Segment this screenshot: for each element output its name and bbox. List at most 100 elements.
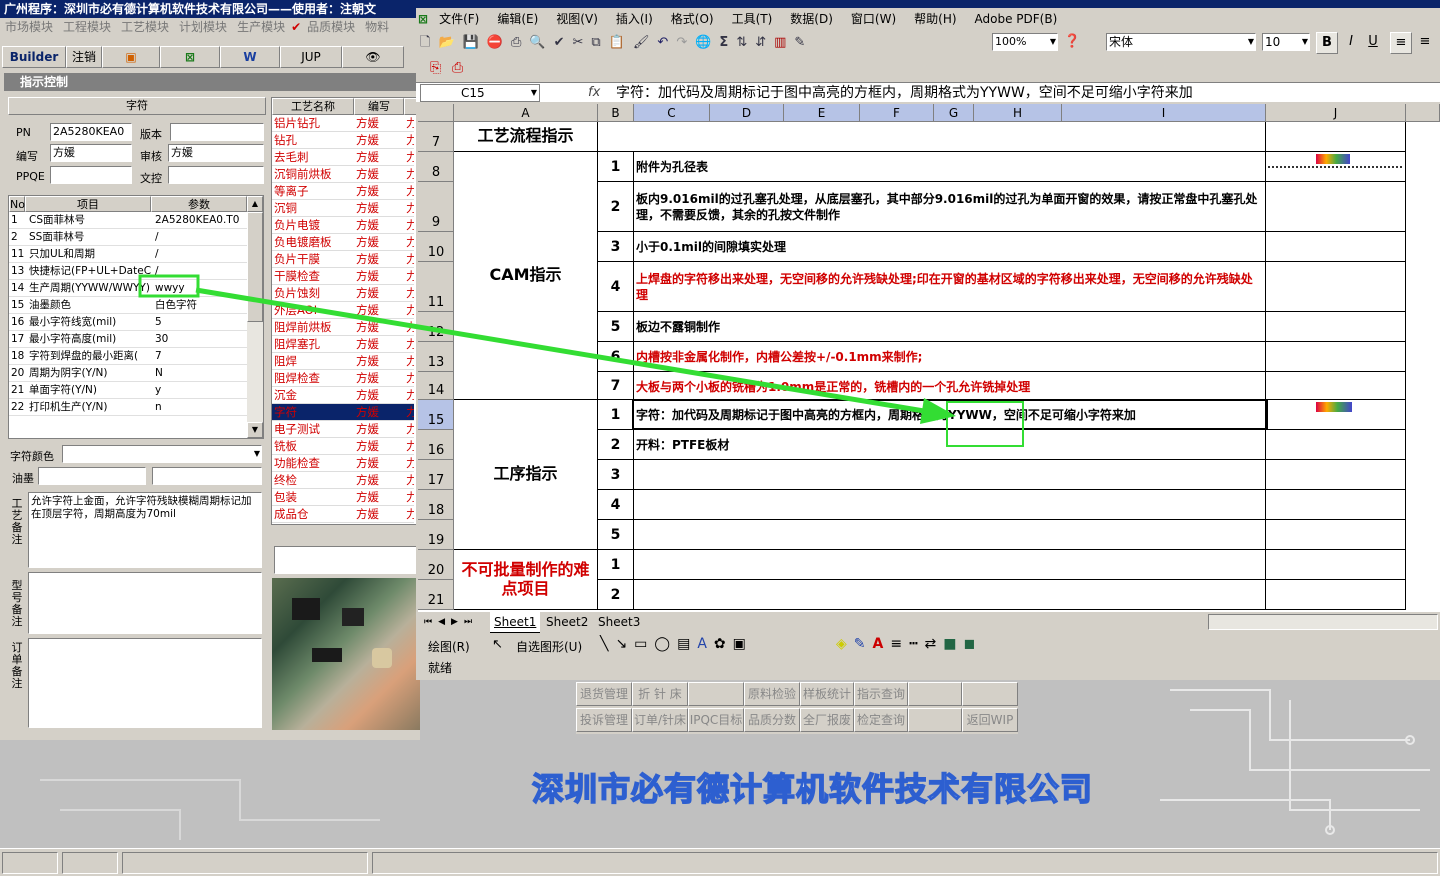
process-item-number[interactable]: 2 — [598, 430, 634, 460]
param-row[interactable]: 13 快捷标记(FP+UL+DateCo / — [9, 263, 247, 280]
cam-item-text[interactable]: 板边不露铜制作 — [634, 312, 1266, 342]
param-row[interactable]: 17 最小字符高度(mil) 30 — [9, 331, 247, 348]
row-header-13[interactable]: 13 — [418, 342, 454, 372]
model-note-text[interactable] — [28, 572, 262, 634]
undo-icon[interactable]: ↶ — [657, 35, 676, 50]
cam-item-number[interactable]: 3 — [598, 232, 634, 262]
row-header-21[interactable]: 21 — [418, 580, 454, 610]
preview-icon[interactable]: 🔍 — [529, 35, 553, 50]
pdf-convert-icon[interactable]: ⎘ — [430, 60, 441, 76]
process-row[interactable]: 电子测试 方媛 力 — [272, 421, 414, 438]
bottom-button[interactable]: 返回WIP — [962, 708, 1018, 732]
menu-plan[interactable]: 计划模块 — [179, 18, 227, 36]
scroll-thumb[interactable] — [247, 212, 263, 322]
bottom-button[interactable]: 折 针 床 — [632, 682, 688, 706]
bottom-button[interactable]: 退货管理 — [576, 682, 632, 706]
spell-icon[interactable]: ✔ — [554, 35, 573, 50]
format-painter-icon[interactable]: 🖌 — [633, 35, 658, 50]
process-row[interactable]: 外层AOI 方媛 力 — [272, 302, 414, 319]
autosum-icon[interactable]: Σ — [719, 35, 736, 50]
editor-field[interactable]: 方媛 — [50, 144, 132, 162]
process-row[interactable]: 等离子 方媛 力 — [272, 183, 414, 200]
menu-production[interactable]: 生产模块 — [237, 18, 285, 36]
process-item-text[interactable] — [634, 460, 1266, 490]
menu-craft[interactable]: 工艺模块 — [121, 18, 169, 36]
name-box[interactable]: C15 ▼ — [420, 84, 540, 102]
row-header-20[interactable]: 20 — [418, 550, 454, 580]
menu-edit[interactable]: 编辑(E) — [488, 8, 547, 30]
preview-button[interactable]: 👁 — [342, 46, 404, 68]
autoshape-menu[interactable]: 自选图形(U) — [516, 638, 582, 655]
new-icon[interactable]: 🗋 — [420, 35, 438, 50]
process-item-number[interactable]: 1 — [598, 400, 634, 430]
process-row[interactable]: 负片电镀 方媛 力 — [272, 217, 414, 234]
process-item-text[interactable] — [634, 520, 1266, 550]
process-row[interactable]: 负电镀磨板 方媛 力 — [272, 234, 414, 251]
permission-icon[interactable]: ⛔ — [487, 35, 511, 50]
menu-format[interactable]: 格式(O) — [662, 8, 723, 30]
cell-j9[interactable] — [1266, 182, 1406, 232]
excel-button[interactable]: ⊠ — [160, 46, 220, 68]
cell-j11[interactable] — [1266, 262, 1406, 312]
ink-field-2[interactable] — [152, 467, 262, 485]
font-size-select[interactable]: 10 ▼ — [1262, 33, 1310, 51]
cell-cam-label[interactable]: CAM指示 — [454, 152, 598, 400]
cam-item-number[interactable]: 6 — [598, 342, 634, 372]
row-header-11[interactable]: 11 — [418, 262, 454, 312]
shape-tools[interactable]: ╲↘▭◯▤A✿▣ — [600, 636, 753, 652]
sort-desc-icon[interactable]: ⇵ — [755, 35, 774, 50]
cell-hard-items-label[interactable]: 不可批量制作的难点项目 — [454, 550, 598, 610]
menu-tools[interactable]: 工具(T) — [723, 8, 782, 30]
menu-help[interactable]: 帮助(H) — [905, 8, 965, 30]
sort-asc-icon[interactable]: ⇅ — [736, 35, 755, 50]
param-row[interactable]: 22 打印机生产(Y/N) n — [9, 399, 247, 416]
align-center-icon[interactable]: ≡ — [1414, 32, 1436, 54]
cell-j12[interactable] — [1266, 312, 1406, 342]
cam-item-number[interactable]: 1 — [598, 152, 634, 182]
cell-row7-body[interactable] — [598, 122, 1266, 152]
bottom-button[interactable]: 投诉管理 — [576, 708, 632, 732]
row-header-16[interactable]: 16 — [418, 430, 454, 460]
menu-view[interactable]: 视图(V) — [547, 8, 607, 30]
cell-j17[interactable] — [1266, 460, 1406, 490]
drawing-icon[interactable]: ✎ — [794, 35, 813, 50]
bottom-button[interactable]: 订单/针床 — [632, 708, 688, 732]
cell-j21[interactable] — [1266, 580, 1406, 610]
menu-insert[interactable]: 插入(I) — [607, 8, 662, 30]
param-scrollbar[interactable]: ▲ ▼ — [247, 196, 263, 438]
hyperlink-icon[interactable]: 🌐 — [695, 35, 719, 50]
param-row[interactable]: 20 周期为阴字(Y/N) N — [9, 365, 247, 382]
cell-j8[interactable] — [1266, 152, 1406, 182]
bottom-button[interactable]: 指示查询 — [854, 682, 908, 706]
process-row[interactable]: 阻焊前烘板 方媛 力 — [272, 319, 414, 336]
process-row[interactable]: 沉铜 方媛 力 — [272, 200, 414, 217]
menu-file[interactable]: 文件(F) — [430, 8, 488, 30]
order-note-text[interactable] — [28, 638, 262, 728]
bottom-button[interactable] — [688, 682, 744, 706]
row-header-15[interactable]: 15 — [418, 400, 454, 430]
cam-item-text[interactable]: 上焊盘的字符移出来处理，无空间移的允许残缺处理;印在开窗的基材区域的字符移出来处… — [634, 262, 1266, 312]
menu-data[interactable]: 数据(D) — [781, 8, 842, 30]
process-row[interactable]: 包装 方媛 力 — [272, 489, 414, 506]
cell-j7[interactable] — [1266, 122, 1406, 152]
process-row[interactable]: 负片干膜 方媛 力 — [272, 251, 414, 268]
param-row[interactable]: 1 CS面菲林号 2A5280KEA0.T0 — [9, 212, 247, 229]
menu-engineering[interactable]: 工程模块 — [63, 18, 111, 36]
process-row[interactable]: 阻焊塞孔 方媛 力 — [272, 336, 414, 353]
help-icon[interactable]: ❓ — [1064, 32, 1082, 52]
align-left-icon[interactable]: ≡ — [1390, 32, 1412, 54]
bottom-button[interactable] — [908, 708, 962, 732]
bottom-button[interactable] — [962, 682, 1018, 706]
menu-material[interactable]: 物料 — [365, 18, 389, 36]
cell-j10[interactable] — [1266, 232, 1406, 262]
redo-icon[interactable]: ↷ — [676, 35, 695, 50]
cam-item-text[interactable]: 板内9.016mil的过孔塞孔处理，从底层塞孔，其中部分9.016mil的过孔为… — [634, 182, 1266, 232]
save-icon[interactable]: 💾 — [463, 35, 487, 50]
process-input[interactable] — [274, 546, 418, 574]
bottom-button[interactable]: 原料检验 — [744, 682, 800, 706]
color-tools[interactable]: ◈✎A≡┅⇄■◼ — [836, 636, 982, 652]
word-button[interactable]: W — [220, 46, 280, 68]
row-header-17[interactable]: 17 — [418, 460, 454, 490]
hard-item-number[interactable]: 1 — [598, 550, 634, 580]
bottom-button[interactable]: 检定查询 — [854, 708, 908, 732]
